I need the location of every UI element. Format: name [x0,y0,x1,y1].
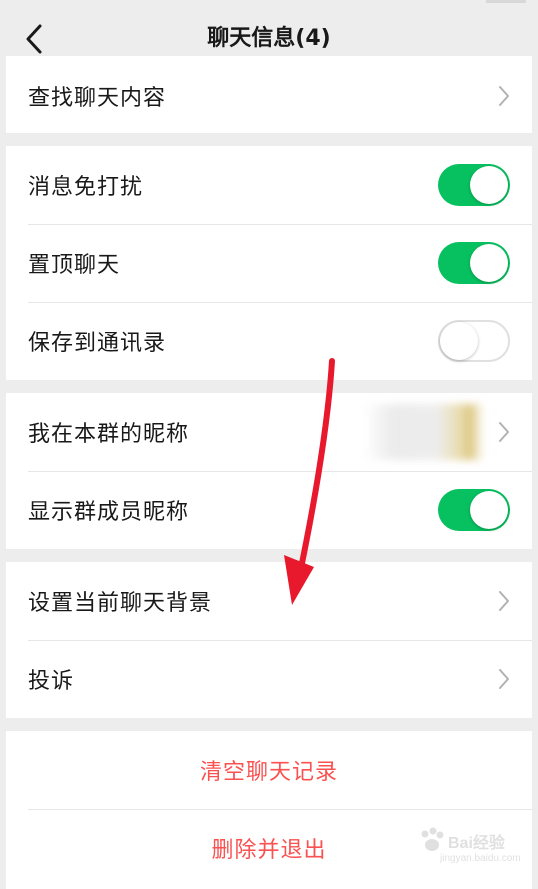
mute-notifications-toggle[interactable] [438,164,510,206]
my-group-nickname-row[interactable]: 我在本群的昵称 [6,393,532,471]
chevron-right-icon [499,591,509,611]
search-group: 查找聊天内容 [6,56,532,133]
mute-notifications-row: 消息免打扰 [6,146,532,224]
save-to-contacts-toggle[interactable] [438,320,510,362]
set-chat-background-row[interactable]: 设置当前聊天背景 [6,562,532,640]
set-chat-background-label: 设置当前聊天背景 [28,591,213,616]
show-member-nicknames-label: 显示群成员昵称 [28,500,190,525]
chevron-right-icon [499,422,509,442]
find-chat-content-label: 查找聊天内容 [28,86,167,111]
save-to-contacts-row: 保存到通讯录 [6,302,532,380]
toggle-settings-group: 消息免打扰 置顶聊天 保存到通讯录 [6,146,532,380]
pin-chat-toggle[interactable] [438,242,510,284]
show-member-nicknames-toggle[interactable] [438,489,510,531]
find-chat-content-row[interactable]: 查找聊天内容 [6,56,532,133]
save-to-contacts-label: 保存到通讯录 [28,331,167,356]
page-title: 聊天信息(4) [207,26,331,51]
baidu-jingyan-watermark: Bai经验 jingyan.baidu.com [418,825,521,869]
mute-notifications-label: 消息免打扰 [28,175,144,200]
toggle-knob [470,166,508,204]
blurred-nickname-value [364,404,484,460]
complain-label: 投诉 [28,669,75,694]
status-bar-fragment [486,0,526,3]
my-group-nickname-label: 我在本群的昵称 [28,422,190,447]
toggle-knob [440,322,478,360]
clear-chat-history-label: 清空聊天记录 [199,760,338,785]
chevron-right-icon [499,669,509,689]
toggle-knob [470,491,508,529]
show-member-nicknames-row: 显示群成员昵称 [6,471,532,549]
pin-chat-label: 置顶聊天 [28,253,121,278]
complain-row[interactable]: 投诉 [6,640,532,718]
watermark-brand: Bai经验 [448,835,505,852]
pin-chat-row: 置顶聊天 [6,224,532,302]
paw-icon [421,827,444,851]
misc-group: 设置当前聊天背景 投诉 [6,562,532,718]
chevron-right-icon [499,86,509,106]
toggle-knob [470,244,508,282]
clear-chat-history-button[interactable]: 清空聊天记录 [6,731,532,809]
nickname-group: 我在本群的昵称 显示群成员昵称 [6,393,532,549]
watermark-url: jingyan.baidu.com [440,853,521,864]
